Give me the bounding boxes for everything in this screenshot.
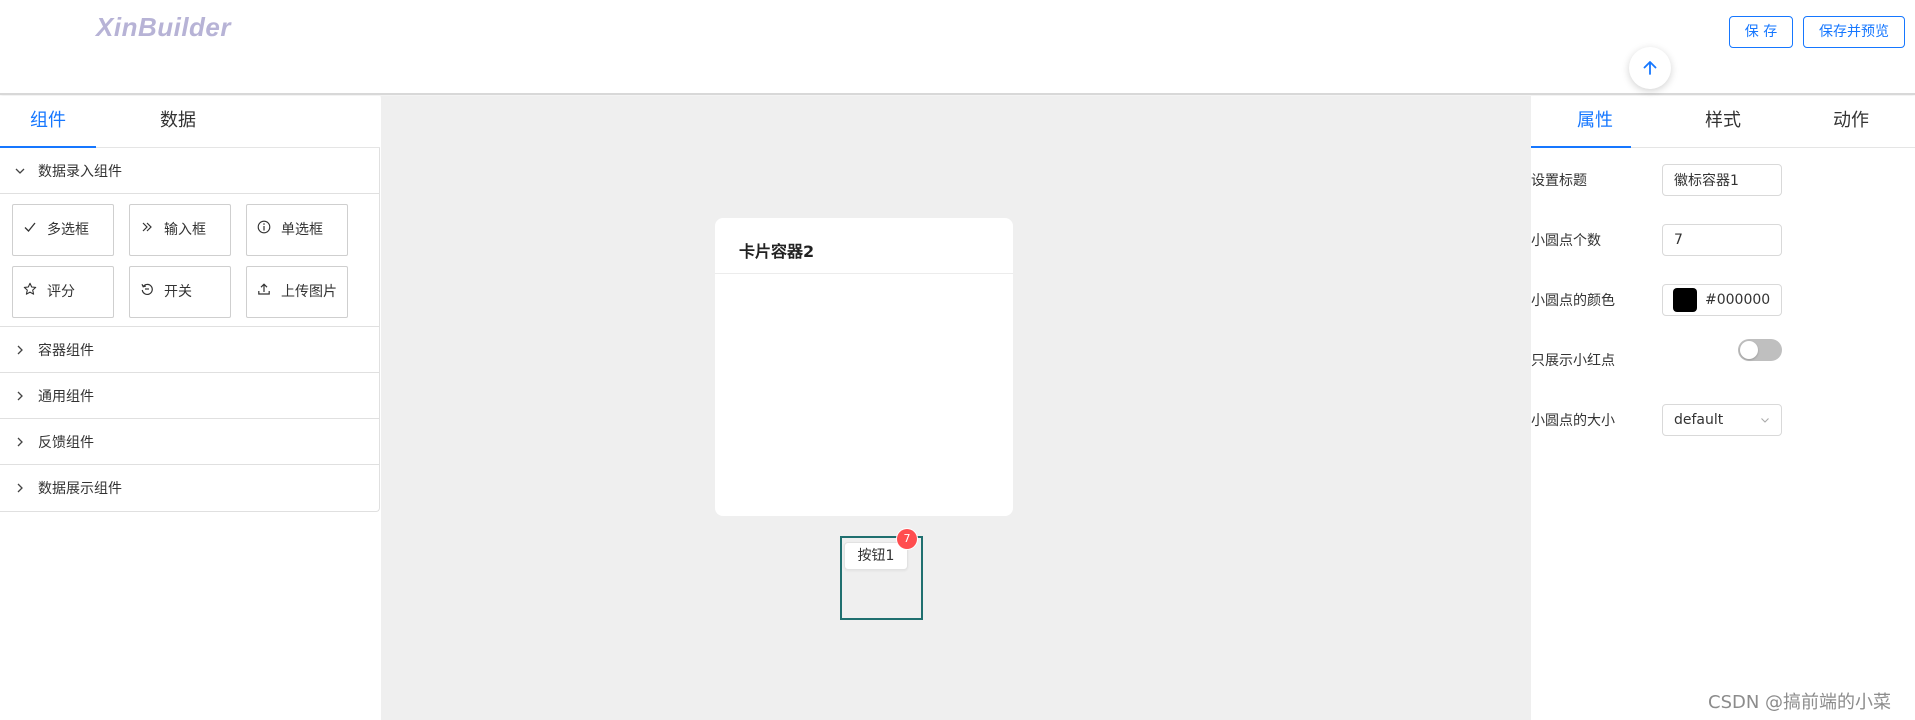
prop-row-count: 小圆点个数 xyxy=(1531,224,1915,256)
app-logo: XinBuilder xyxy=(96,12,232,42)
tab-properties[interactable]: 属性 xyxy=(1531,96,1659,148)
chevron-right-icon xyxy=(14,344,26,356)
watermark: CSDN @搞前端的小菜 xyxy=(1708,692,1892,713)
color-value: #000000 xyxy=(1705,292,1771,308)
dot-color-picker[interactable]: #000000 xyxy=(1662,284,1782,316)
badge-count: 7 xyxy=(897,529,917,549)
top-header: XinBuilder 保 存 保存并预览 xyxy=(0,0,1915,95)
arrow-up-icon xyxy=(1643,61,1657,75)
component-label: 评分 xyxy=(47,284,75,300)
info-circle-icon xyxy=(257,220,271,234)
property-panel: 属性 样式 动作 设置标题 小圆点个数 小圆点的颜色 #000000 只展示小红… xyxy=(1531,96,1915,720)
group-header-container[interactable]: 容器组件 xyxy=(0,327,379,373)
tab-styles[interactable]: 样式 xyxy=(1659,96,1787,148)
save-and-preview-button[interactable]: 保存并预览 xyxy=(1803,16,1905,48)
left-tabs: 组件 数据 xyxy=(0,96,380,148)
component-upload-image[interactable]: 上传图片 xyxy=(246,266,348,318)
card-title: 卡片容器2 xyxy=(715,218,1013,274)
chevron-right-icon xyxy=(14,436,26,448)
prop-row-title: 设置标题 xyxy=(1531,164,1915,196)
component-checkbox[interactable]: 多选框 xyxy=(12,204,114,256)
component-sidebar: 组件 数据 数据录入组件 多选框 输入框 单选框 评分 开关 上传图片 容器组件… xyxy=(0,96,380,720)
prop-row-size: 小圆点的大小 default xyxy=(1531,404,1915,436)
dot-only-switch[interactable] xyxy=(1738,339,1782,361)
prop-row-color: 小圆点的颜色 #000000 xyxy=(1531,284,1915,316)
editor-canvas[interactable]: 卡片容器2 按钮1 7 xyxy=(381,96,1531,720)
chevron-down-icon xyxy=(14,165,26,177)
check-icon xyxy=(23,220,37,234)
switch-knob xyxy=(1740,341,1758,359)
component-label: 开关 xyxy=(164,284,192,300)
scroll-to-top-button[interactable] xyxy=(1629,47,1671,89)
tab-data[interactable]: 数据 xyxy=(96,96,260,148)
group-header-data-display[interactable]: 数据展示组件 xyxy=(0,465,379,511)
tab-active-indicator xyxy=(1531,146,1631,148)
dot-size-select[interactable]: default xyxy=(1662,404,1782,436)
component-label: 多选框 xyxy=(47,222,89,238)
tab-actions[interactable]: 动作 xyxy=(1787,96,1915,148)
prop-label: 小圆点个数 xyxy=(1531,233,1601,249)
star-icon xyxy=(23,282,37,296)
component-input[interactable]: 输入框 xyxy=(129,204,231,256)
component-label: 单选框 xyxy=(281,222,323,238)
upload-icon xyxy=(257,282,271,296)
prop-row-dot-only: 只展示小红点 xyxy=(1531,339,1915,376)
badge-container-selected[interactable]: 按钮1 7 xyxy=(840,529,923,620)
component-label: 上传图片 xyxy=(281,284,337,300)
chevron-right-icon xyxy=(14,390,26,402)
group-title: 通用组件 xyxy=(38,388,94,405)
prop-label: 小圆点的大小 xyxy=(1531,413,1615,429)
component-label: 输入框 xyxy=(164,222,206,238)
dot-count-input[interactable] xyxy=(1662,224,1782,256)
component-collapse: 数据录入组件 多选框 输入框 单选框 评分 开关 上传图片 容器组件 通用组件 … xyxy=(0,148,380,512)
undo-icon xyxy=(140,282,154,296)
save-button[interactable]: 保 存 xyxy=(1729,16,1793,48)
chevron-down-icon xyxy=(1760,415,1770,425)
tab-components[interactable]: 组件 xyxy=(0,96,96,148)
select-value: default xyxy=(1674,412,1724,428)
component-rate[interactable]: 评分 xyxy=(12,266,114,318)
right-tabs: 属性 样式 动作 xyxy=(1531,96,1915,148)
group-header-general[interactable]: 通用组件 xyxy=(0,373,379,419)
group-title: 数据展示组件 xyxy=(38,481,122,497)
prop-label: 设置标题 xyxy=(1531,173,1587,189)
group-title: 容器组件 xyxy=(38,342,94,359)
component-switch[interactable]: 开关 xyxy=(129,266,231,318)
card-container[interactable]: 卡片容器2 xyxy=(715,218,1013,516)
component-radio[interactable]: 单选框 xyxy=(246,204,348,256)
chevron-right-icon xyxy=(14,482,26,494)
group-body-data-entry: 多选框 输入框 单选框 评分 开关 上传图片 xyxy=(0,194,379,327)
prop-label: 只展示小红点 xyxy=(1531,353,1615,369)
group-title: 数据录入组件 xyxy=(38,163,122,180)
double-chevron-right-icon xyxy=(140,220,154,234)
title-input[interactable] xyxy=(1662,164,1782,196)
group-header-data-entry[interactable]: 数据录入组件 xyxy=(0,148,379,194)
color-swatch xyxy=(1673,288,1697,312)
group-title: 反馈组件 xyxy=(38,434,94,451)
group-header-feedback[interactable]: 反馈组件 xyxy=(0,419,379,465)
canvas-button[interactable]: 按钮1 xyxy=(844,542,908,570)
prop-label: 小圆点的颜色 xyxy=(1531,293,1615,309)
tab-active-indicator xyxy=(0,146,96,148)
